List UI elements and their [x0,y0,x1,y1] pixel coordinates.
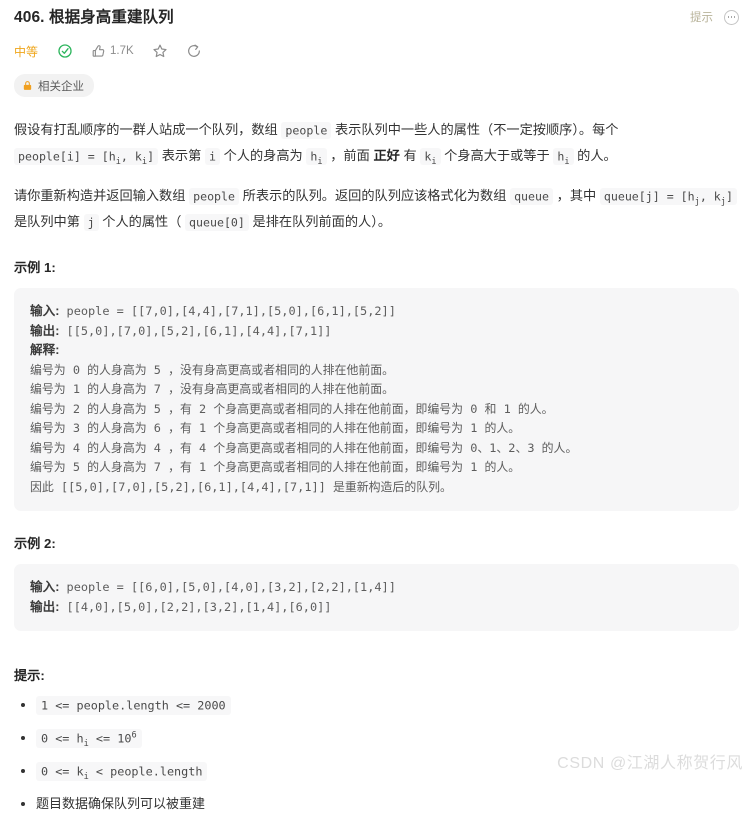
desc-p1-text-4: 个人的身高为 [219,148,307,163]
example-1-explain-line: 编号为 3 的人身高为 6 ，有 1 个身高更高或者相同的人排在他前面，即编号为… [30,421,521,435]
code-people-1: people [281,121,332,139]
hint-code-height-pre: 0 <= h [41,731,84,745]
code-queue: queue [510,187,553,205]
hint-item: 0 <= ki < people.length [36,760,739,782]
like-button[interactable]: 1.7K [91,44,134,59]
code-people-2: people [189,187,239,205]
example-2-input-label: 输入: [30,580,60,594]
solved-status[interactable] [57,43,73,59]
example-1-explain-line: 编号为 5 的人身高为 7 ，有 1 个身高更高或者相同的人排在他前面，即编号为… [30,460,521,474]
hints-list: 1 <= people.length <= 2000 0 <= hi <= 10… [14,694,739,815]
desc-p1-text-7: 个身高大于或等于 [440,148,554,163]
lock-icon [22,80,33,91]
related-companies-tag[interactable]: 相关企业 [14,74,94,97]
example-2-block: 输入: people = [[6,0],[5,0],[4,0],[3,2],[2… [14,564,739,631]
example-1-explain-label: 解释: [30,343,60,357]
hint-code-k: 0 <= ki < people.length [36,761,208,781]
desc-p1-text-8: 的人。 [573,148,617,163]
hint-link[interactable]: 提示 [690,9,713,25]
desc-p1-text-5: ，前面 [326,148,374,163]
example-1-explain-line: 编号为 0 的人身高为 5 ，没有身高更高或者相同的人排在他前面。 [30,362,395,377]
hint-item: 1 <= people.length <= 2000 [36,694,739,716]
more-horizontal-icon[interactable] [724,9,739,25]
hint-text-guarantee: 题目数据确保队列可以被重建 [36,796,206,811]
code-ki-1-sub: i [431,156,437,167]
favorite-button[interactable] [152,43,168,59]
code-people-i-a: people[i] = [h [18,149,116,163]
code-people-i-c: ] [147,149,155,163]
share-icon [186,43,202,59]
example-1-explain-line: 因此 [[5,0],[7,0],[5,2],[6,1],[4,4],[7,1]]… [30,479,452,494]
hint-code-k-pre: 0 <= k [41,764,84,778]
desc-p1-text-3: 表示第 [158,148,205,163]
code-hi-1: hi [306,147,327,167]
example-1-block: 输入: people = [[7,0],[4,4],[7,1],[5,0],[6… [14,288,739,511]
code-queue-0: queue[0] [185,213,249,231]
hint-item: 0 <= hi <= 106 [36,727,739,749]
desc-p2-text-2: 所表示的队列。返回的队列应该格式化为数组 [239,188,511,203]
example-2-output-value: [[4,0],[5,0],[2,2],[3,2],[1,4],[6,0]] [59,599,332,614]
example-1-output-line: 输出: [[5,0],[7,0],[5,2],[6,1],[4,4],[7,1]… [30,322,723,342]
hint-code-height-sup: 6 [131,730,137,741]
related-companies-label: 相关企业 [38,80,84,93]
example-2-title: 示例 2: [14,536,56,551]
meta-row: 中等 1.7K [14,41,739,61]
hints-title: 提示: [14,668,45,683]
example-1-explain-line: 编号为 4 的人身高为 4 ，有 4 个身高更高或者相同的人排在他前面，即编号为… [30,440,578,455]
code-queue-j-c: ] [725,189,733,203]
thumbs-up-icon [91,44,106,59]
hint-code-k-mid: < people.length [88,764,203,778]
example-1-title: 示例 1: [14,260,56,275]
hint-code-height-mid: <= 10 [88,731,132,745]
example-2-output-line: 输出: [[4,0],[5,0],[2,2],[3,2],[1,4],[6,0]… [30,598,723,618]
page-title: 406. 根据身高重建队列 [14,9,174,26]
example-1-input-value: people = [[7,0],[4,4],[7,1],[5,0],[6,1],… [59,304,396,318]
desc-p2-text-6: 是排在队列前面的人）。 [248,214,392,229]
description-paragraph-2: 请你重新构造并返回输入数组 people 所表示的队列。返回的队列应该格式化为数… [14,183,739,235]
hint-code-length: 1 <= people.length <= 2000 [36,695,231,715]
like-count: 1.7K [110,45,134,57]
code-queue-j-def: queue[j] = [hj, kj] [599,187,737,206]
desc-p1-text-6: 有 [399,148,421,163]
code-queue-j-b: , k [699,189,721,203]
desc-p1-text-2: 表示队列中一些人的属性（不一定按顺序）。每个 [331,122,619,137]
example-1-explain-line: 编号为 2 的人身高为 5 ，有 2 个身高更高或者相同的人排在他前面，即编号为… [30,401,554,416]
code-queue-j-a: queue[j] = [h [603,189,695,203]
code-hi-2: hi [553,147,574,167]
desc-p2-text-3: ，其中 [552,188,600,203]
example-2-input-line: 输入: people = [[6,0],[5,0],[4,0],[3,2],[2… [30,578,723,598]
desc-p2-text-1: 请你重新构造并返回输入数组 [14,188,190,203]
tag-row: 相关企业 [14,74,739,97]
example-1-output-value: [[5,0],[7,0],[5,2],[6,1],[4,4],[7,1]] [59,323,332,338]
example-1-output-label: 输出: [30,323,60,338]
hint-item: 题目数据确保队列可以被重建 [36,793,739,815]
share-button[interactable] [186,43,202,59]
desc-p1-emphasis: 正好 [373,148,400,163]
code-people-i-b: , k [120,149,142,163]
example-1-input-line: 输入: people = [[7,0],[4,4],[7,1],[5,0],[6… [30,302,723,322]
example-1-input-label: 输入: [30,304,60,318]
title-actions: 提示 [690,7,739,25]
code-hi-2-sub: i [564,156,570,167]
difficulty-badge: 中等 [14,44,39,59]
star-icon [152,43,168,59]
desc-p1-text-1: 假设有打乱顺序的一群人站成一个队列，数组 [14,122,282,137]
code-j: j [83,213,99,231]
code-ki-1: ki [420,147,441,167]
problem-page: 406. 根据身高重建队列 提示 中等 1.7K 相关企业 假设有打乱顺序的一群… [0,0,753,815]
example-2-output-label: 输出: [30,599,60,614]
hint-code-height: 0 <= hi <= 106 [36,728,142,748]
title-row: 406. 根据身高重建队列 提示 [14,0,739,29]
code-i: i [204,147,220,165]
desc-p2-text-5: 个人的属性（ [98,214,186,229]
check-circle-icon [57,43,73,59]
description-paragraph-1: 假设有打乱顺序的一群人站成一个队列，数组 people 表示队列中一些人的属性（… [14,117,739,169]
problem-description: 假设有打乱顺序的一群人站成一个队列，数组 people 表示队列中一些人的属性（… [14,117,739,815]
code-people-i-def: people[i] = [hi, ki] [14,147,159,166]
desc-p2-text-4: 是队列中第 [14,214,84,229]
example-2-input-value: people = [[6,0],[5,0],[4,0],[3,2],[2,2],… [59,580,396,594]
example-1-explain-line: 编号为 1 的人身高为 7 ，没有身高更高或者相同的人排在他前面。 [30,382,395,396]
code-hi-1-sub: i [317,156,323,167]
